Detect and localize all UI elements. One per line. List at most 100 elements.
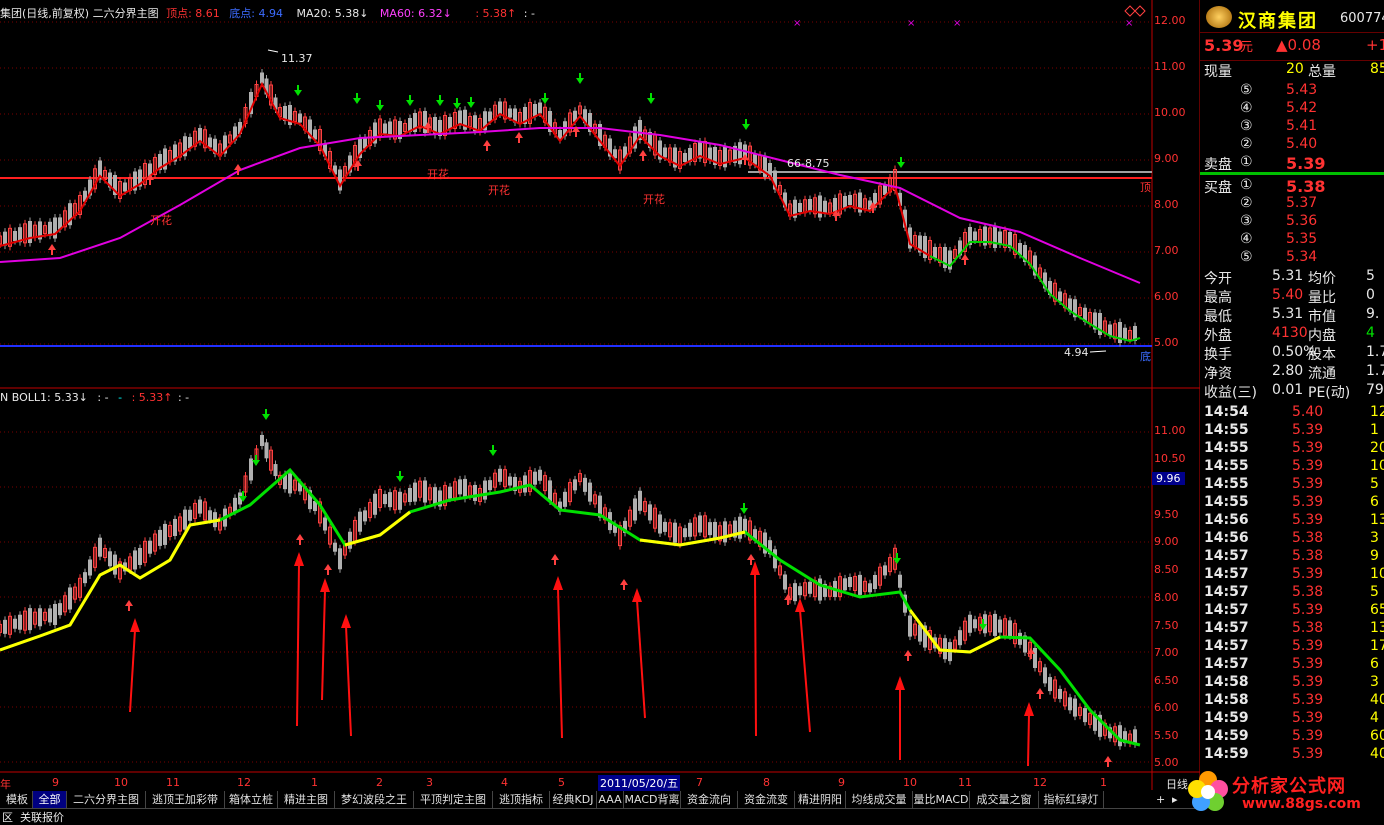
top-point-label: 顶点: 8.61 xyxy=(166,7,220,20)
candle-body xyxy=(138,547,142,565)
tab-4[interactable]: 箱体立桩 xyxy=(225,791,278,808)
candle-body xyxy=(313,501,317,512)
sell-signal-icon xyxy=(742,124,750,130)
buy-signal-icon xyxy=(639,150,647,156)
time-label: 年 xyxy=(0,778,11,791)
tab-5[interactable]: 精进主图 xyxy=(278,791,335,808)
annotation-arrow-shaft xyxy=(636,599,646,719)
stat-label: 最低 xyxy=(1204,309,1232,325)
tab-2[interactable]: 二六分界主图 xyxy=(67,791,146,808)
tab-12[interactable]: 资金流向 xyxy=(681,791,738,808)
annotation-arrow-head-icon xyxy=(294,552,304,566)
stat-label: 换手 xyxy=(1204,347,1232,363)
candle-body xyxy=(868,583,872,593)
candle-body xyxy=(698,515,702,533)
time-label: 5 xyxy=(558,776,565,789)
tab-3[interactable]: 逃顶王加彩带 xyxy=(146,791,225,808)
tab-6[interactable]: 梦幻波段之王 xyxy=(335,791,414,808)
tab-0[interactable]: 模板 xyxy=(2,791,33,808)
y-tick: 6.00 xyxy=(1154,290,1179,303)
tick-price: 5.39 xyxy=(1292,440,1324,456)
tick-time: 14:58 xyxy=(1204,692,1249,708)
tick-row: 14:55 5.39 6 xyxy=(1200,494,1384,512)
candle-body xyxy=(998,619,1002,633)
candle-body xyxy=(533,471,537,485)
tab-16[interactable]: 量比MACD xyxy=(913,791,970,808)
candle-body xyxy=(663,521,667,532)
candle-body xyxy=(28,221,32,243)
tab-13[interactable]: 资金流变 xyxy=(738,791,795,808)
candle-body xyxy=(3,619,7,634)
tab-add-button[interactable]: + xyxy=(1156,793,1165,806)
stat-label: 外盘 xyxy=(1204,328,1232,344)
buy-signal-icon xyxy=(515,132,523,138)
level-label: 66-8.75 xyxy=(787,157,830,170)
annotation-arrow-shaft xyxy=(754,572,757,737)
tick-volume: 3 xyxy=(1370,674,1379,690)
annotation-arrow-shaft xyxy=(1027,713,1030,767)
tab-9[interactable]: 经典KDJ xyxy=(550,791,597,808)
candle-body xyxy=(808,581,812,594)
tick-row: 14:55 5.39 20 xyxy=(1200,440,1384,458)
candle-body xyxy=(173,518,177,536)
tab-scroll-button[interactable]: ▸ xyxy=(1172,793,1178,806)
candle-body xyxy=(488,111,492,122)
tick-volume: 5 xyxy=(1370,584,1379,600)
candle-body xyxy=(113,554,117,575)
tick-time: 14:59 xyxy=(1204,746,1249,762)
stat-value: 1.7 xyxy=(1366,344,1384,360)
candle-body xyxy=(13,231,17,241)
tab-11[interactable]: MACD背离 xyxy=(624,791,681,808)
ask-price: 5.43 xyxy=(1286,82,1318,98)
candle-body xyxy=(18,614,22,630)
chart-canvas[interactable]: × × × × xyxy=(0,0,1200,821)
stat-label: 股本 xyxy=(1308,347,1336,363)
tab-7[interactable]: 平顶判定主图 xyxy=(414,791,493,808)
boll-yellow-segment xyxy=(0,518,221,652)
candle-body xyxy=(288,473,292,494)
candle-body xyxy=(993,226,997,248)
candle-body xyxy=(538,102,542,114)
candle-body xyxy=(48,608,52,623)
boll-value-2: : 5.33↑ xyxy=(131,391,173,404)
ask-level: ④ 5.42 xyxy=(1200,100,1384,118)
tab-17[interactable]: 成交量之窗 xyxy=(970,791,1039,808)
sell-signal-icon xyxy=(376,105,384,111)
stat-value: 5 xyxy=(1366,268,1375,284)
tick-price: 5.38 xyxy=(1292,584,1324,600)
ask-level-index: ⑤ xyxy=(1240,82,1253,98)
candle-body xyxy=(1058,688,1062,699)
period-label[interactable]: 日线 xyxy=(1166,776,1188,792)
ask-side-label: 卖盘 xyxy=(1204,157,1232,173)
tab-8[interactable]: 逃顶指标 xyxy=(493,791,550,808)
tab-10[interactable]: AAA xyxy=(597,791,624,808)
candle-body xyxy=(458,479,462,495)
stat-label: PE(动) xyxy=(1308,385,1351,401)
candle-body xyxy=(908,615,912,637)
tab-14[interactable]: 精进阴阳 xyxy=(795,791,846,808)
x-marker-icon: × xyxy=(907,18,915,29)
tab-1[interactable]: 全部 xyxy=(33,791,67,808)
related-quotes-button[interactable]: 关联报价 xyxy=(20,809,64,825)
company-logo-icon xyxy=(1206,6,1232,28)
candle-body xyxy=(58,603,62,616)
candle-body xyxy=(1123,327,1127,340)
y-tick: 12.00 xyxy=(1154,14,1186,27)
buy-signal-icon xyxy=(1036,688,1044,694)
tab-15[interactable]: 均线成交量 xyxy=(846,791,913,808)
time-label: 10 xyxy=(114,776,128,789)
sell-signal-icon xyxy=(541,98,549,104)
candle-body xyxy=(1043,667,1047,684)
peak-price-label: 11.37 xyxy=(281,52,313,65)
candle-body xyxy=(683,528,687,538)
status-left-1[interactable]: 区 xyxy=(2,809,13,825)
candle-body xyxy=(883,185,887,195)
candle-body xyxy=(363,510,367,522)
tab-18[interactable]: 指标红绿灯 xyxy=(1039,791,1104,808)
candle-body xyxy=(783,574,787,590)
candle-body xyxy=(133,550,137,570)
candle-body xyxy=(183,509,187,530)
candle-body xyxy=(48,221,52,236)
candle-body xyxy=(3,231,7,246)
stat-label: 今开 xyxy=(1204,271,1232,287)
